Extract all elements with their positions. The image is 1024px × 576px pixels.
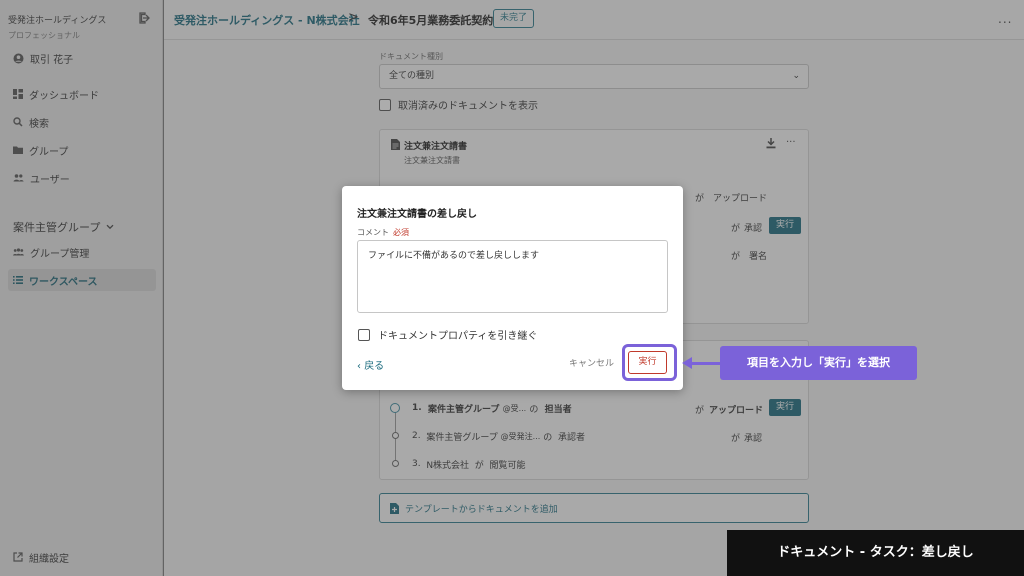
annotation-arrow-line <box>690 362 720 365</box>
back-button[interactable]: ‹ 戻る <box>357 357 384 372</box>
inherit-properties-checkbox[interactable]: ドキュメントプロパティを引き継ぐ <box>358 327 537 342</box>
checkbox-icon <box>358 328 370 341</box>
comment-textarea[interactable]: ファイルに不備があるので差し戻しします <box>357 240 668 313</box>
annotation-callout: 項目を入力し「実行」を選択 <box>720 346 917 380</box>
required-mark: 必須 <box>393 228 409 237</box>
comment-label: コメント 必須 <box>357 227 409 238</box>
footer-caption: ドキュメント - タスク：差し戻し <box>727 530 1024 576</box>
inherit-properties-label: ドキュメントプロパティを引き継ぐ <box>378 331 538 342</box>
execute-button[interactable]: 実行 <box>628 351 667 374</box>
back-label: 戻る <box>364 361 385 372</box>
cancel-button[interactable]: キャンセル <box>569 356 614 369</box>
chevron-left-icon: ‹ <box>357 361 361 372</box>
app-root: 受発注ホールディングス プロフェッショナル 取引 花子 ダッシュボード 検索 グ… <box>0 0 1024 576</box>
modal-title: 注文兼注文請書の差し戻し <box>357 209 477 220</box>
comment-label-text: コメント <box>357 228 389 237</box>
